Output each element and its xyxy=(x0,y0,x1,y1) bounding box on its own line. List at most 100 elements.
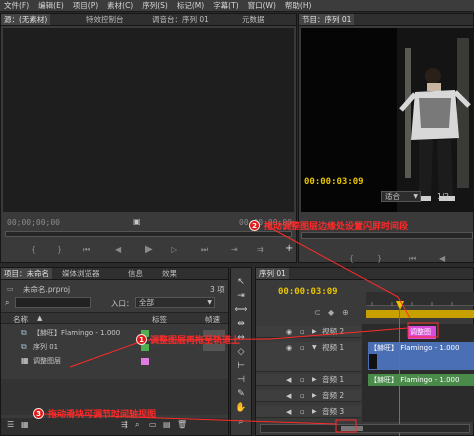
menu-help[interactable]: 帮助(H) xyxy=(285,0,312,11)
tab-project[interactable]: 项目：未命名 xyxy=(1,268,52,279)
track-audio-1[interactable]: ◀ ▫ ▶ 音频 1 xyxy=(256,374,361,386)
automate-icon[interactable]: ⇶ xyxy=(121,420,128,429)
timeline-ruler[interactable] xyxy=(366,292,474,306)
expand-triangle-icon[interactable]: ▶ xyxy=(312,406,317,418)
track-audio-3[interactable]: ◀ ▫ ▶ 音频 3 xyxy=(256,406,361,418)
col-frame-rate[interactable]: 帧速 xyxy=(205,314,220,325)
speaker-icon[interactable]: ◀ xyxy=(286,406,291,418)
expand-triangle-icon[interactable]: ▶ xyxy=(312,326,317,338)
find-icon[interactable]: ⌕ xyxy=(135,420,139,430)
tab-effects[interactable]: 效果 xyxy=(159,268,180,279)
menu-bar: 文件(F) 编辑(E) 项目(P) 素材(C) 序列(S) 标记(M) 字幕(T… xyxy=(0,0,474,12)
menu-project[interactable]: 项目(P) xyxy=(73,0,98,11)
lock-icon[interactable]: ▫ xyxy=(300,374,305,386)
expand-triangle-icon[interactable]: ▶ xyxy=(312,374,317,386)
tab-sequence[interactable]: 序列 01 xyxy=(256,268,289,279)
add-button-icon[interactable]: + xyxy=(285,243,293,254)
tab-source[interactable]: 源：(无素材) xyxy=(1,14,51,25)
selection-tool-icon[interactable]: ↖ xyxy=(234,276,248,288)
mark-in-icon[interactable]: { xyxy=(31,245,36,254)
zoom-slider-handle[interactable] xyxy=(341,426,363,431)
overlay-icon[interactable]: ⇉ xyxy=(257,245,264,254)
hand-tool-icon[interactable]: ✋ xyxy=(234,402,248,414)
search-icon[interactable]: ⌕ xyxy=(5,298,9,308)
track-select-tool-icon[interactable]: ⇥ xyxy=(234,290,248,302)
razor-tool-icon[interactable]: ◇ xyxy=(234,346,248,358)
new-bin-icon[interactable]: ▭ xyxy=(149,420,157,429)
pen-tool-icon[interactable]: ✎ xyxy=(234,388,248,400)
col-name[interactable]: 名称 xyxy=(13,314,28,325)
tab-program[interactable]: 节目：序列 01 xyxy=(299,14,355,25)
lock-icon[interactable]: ▫ xyxy=(300,406,305,418)
timeline-timecode[interactable]: 00:00:03:09 xyxy=(278,287,338,297)
eye-icon[interactable]: ◉ xyxy=(286,326,292,338)
menu-clip[interactable]: 素材(C) xyxy=(107,0,133,11)
go-to-in-icon[interactable]: ⏮ xyxy=(83,245,90,255)
list-view-icon[interactable]: ☰ xyxy=(7,420,14,429)
annotation-2-text: 拖动调整图层边缘处设置闪屏时间段 xyxy=(264,222,409,232)
icon-view-icon[interactable]: ▦ xyxy=(21,420,29,429)
ripple-edit-tool-icon[interactable]: ⟺ xyxy=(234,304,248,316)
insert-icon[interactable]: ⇥ xyxy=(231,245,238,254)
tab-audio-mixer[interactable]: 调音台：序列 01 xyxy=(149,14,212,25)
source-settings-icon[interactable]: ▣ xyxy=(133,217,141,226)
lock-icon[interactable]: ▫ xyxy=(300,390,305,402)
step-forward-icon[interactable]: ▷ xyxy=(171,245,177,254)
speaker-icon[interactable]: ◀ xyxy=(286,390,291,402)
menu-file[interactable]: 文件(F) xyxy=(4,0,29,11)
rolling-edit-tool-icon[interactable]: ⇹ xyxy=(234,318,248,330)
program-timecode[interactable]: 00:00:03:09 xyxy=(304,177,364,187)
adjustment-layer-icon: ▦ xyxy=(21,356,29,365)
eye-icon[interactable]: ◉ xyxy=(286,342,292,354)
program-step-back-icon[interactable]: ◀ xyxy=(439,254,445,263)
track-audio-2[interactable]: ◀ ▫ ▶ 音频 2 xyxy=(256,390,361,402)
program-mark-out-icon[interactable]: } xyxy=(377,254,382,263)
expand-triangle-icon[interactable]: ▼ xyxy=(312,342,317,354)
source-timecode-in[interactable]: 00;00;00;00 xyxy=(7,218,60,227)
menu-sequence[interactable]: 序列(S) xyxy=(142,0,168,11)
program-mark-in-icon[interactable]: { xyxy=(349,254,354,263)
link-icon[interactable]: ⊕ xyxy=(342,308,349,317)
clear-icon[interactable]: 🗑 xyxy=(177,420,187,429)
tab-media-browser[interactable]: 媒体浏览器 xyxy=(59,268,103,279)
lock-icon[interactable]: ▫ xyxy=(300,342,305,354)
tab-metadata[interactable]: 元数据 xyxy=(239,14,268,25)
col-label[interactable]: 标签 xyxy=(152,314,167,325)
entry-dropdown[interactable]: 全部 ▼ xyxy=(135,297,215,308)
clip-thumbnail xyxy=(369,354,377,369)
expand-triangle-icon[interactable]: ▶ xyxy=(312,390,317,402)
work-area-bar[interactable] xyxy=(366,310,474,318)
menu-window[interactable]: 窗口(W) xyxy=(248,0,276,11)
new-item-icon[interactable]: ▤ xyxy=(163,420,171,429)
tab-effect-controls[interactable]: 特效控制台 xyxy=(83,14,127,25)
lock-icon[interactable]: ▫ xyxy=(300,326,305,338)
menu-edit[interactable]: 编辑(E) xyxy=(38,0,64,11)
project-search-input[interactable] xyxy=(15,297,91,308)
track-name: 视频 2 xyxy=(322,327,345,336)
timeline-scrollbar[interactable] xyxy=(260,424,470,433)
speaker-icon[interactable]: ◀ xyxy=(286,374,291,386)
zoom-tool-icon[interactable]: ⌕ xyxy=(234,416,248,428)
list-item[interactable]: ▦ 调整图层 xyxy=(1,355,228,367)
play-icon[interactable]: ▶ xyxy=(145,244,153,255)
marker-icon[interactable]: ◆ xyxy=(328,308,334,317)
tab-info[interactable]: 信息 xyxy=(125,268,146,279)
menu-marker[interactable]: 标记(M) xyxy=(177,0,204,11)
slip-tool-icon[interactable]: ⊢ xyxy=(234,360,248,372)
program-time-ruler[interactable] xyxy=(301,232,473,239)
step-back-icon[interactable]: ◀ xyxy=(115,245,121,254)
source-time-ruler[interactable] xyxy=(5,231,292,237)
mark-out-icon[interactable]: } xyxy=(57,245,62,254)
snap-icon[interactable]: ⊂ xyxy=(314,308,321,317)
adjustment-layer-clip[interactable]: 调整图 xyxy=(408,326,436,339)
audio-clip[interactable]: 【赫旺】 Flamingo - 1.000 xyxy=(368,374,474,386)
annotation-2-number: 2 xyxy=(249,220,260,231)
track-video-1[interactable]: ◉ ▫ ▼ 视频 1 xyxy=(256,342,361,372)
track-video-2[interactable]: ◉ ▫ ▶ 视频 2 xyxy=(256,326,361,338)
slide-tool-icon[interactable]: ⊣ xyxy=(234,374,248,386)
go-to-out-icon[interactable]: ⏭ xyxy=(201,245,208,255)
program-fit-dropdown[interactable]: 适合 ▼ xyxy=(381,191,421,202)
menu-title[interactable]: 字幕(T) xyxy=(213,0,238,11)
video-clip[interactable]: 【赫旺】 Flamingo - 1.000 xyxy=(368,342,474,370)
program-go-to-in-icon[interactable]: ⏮ xyxy=(409,254,416,264)
